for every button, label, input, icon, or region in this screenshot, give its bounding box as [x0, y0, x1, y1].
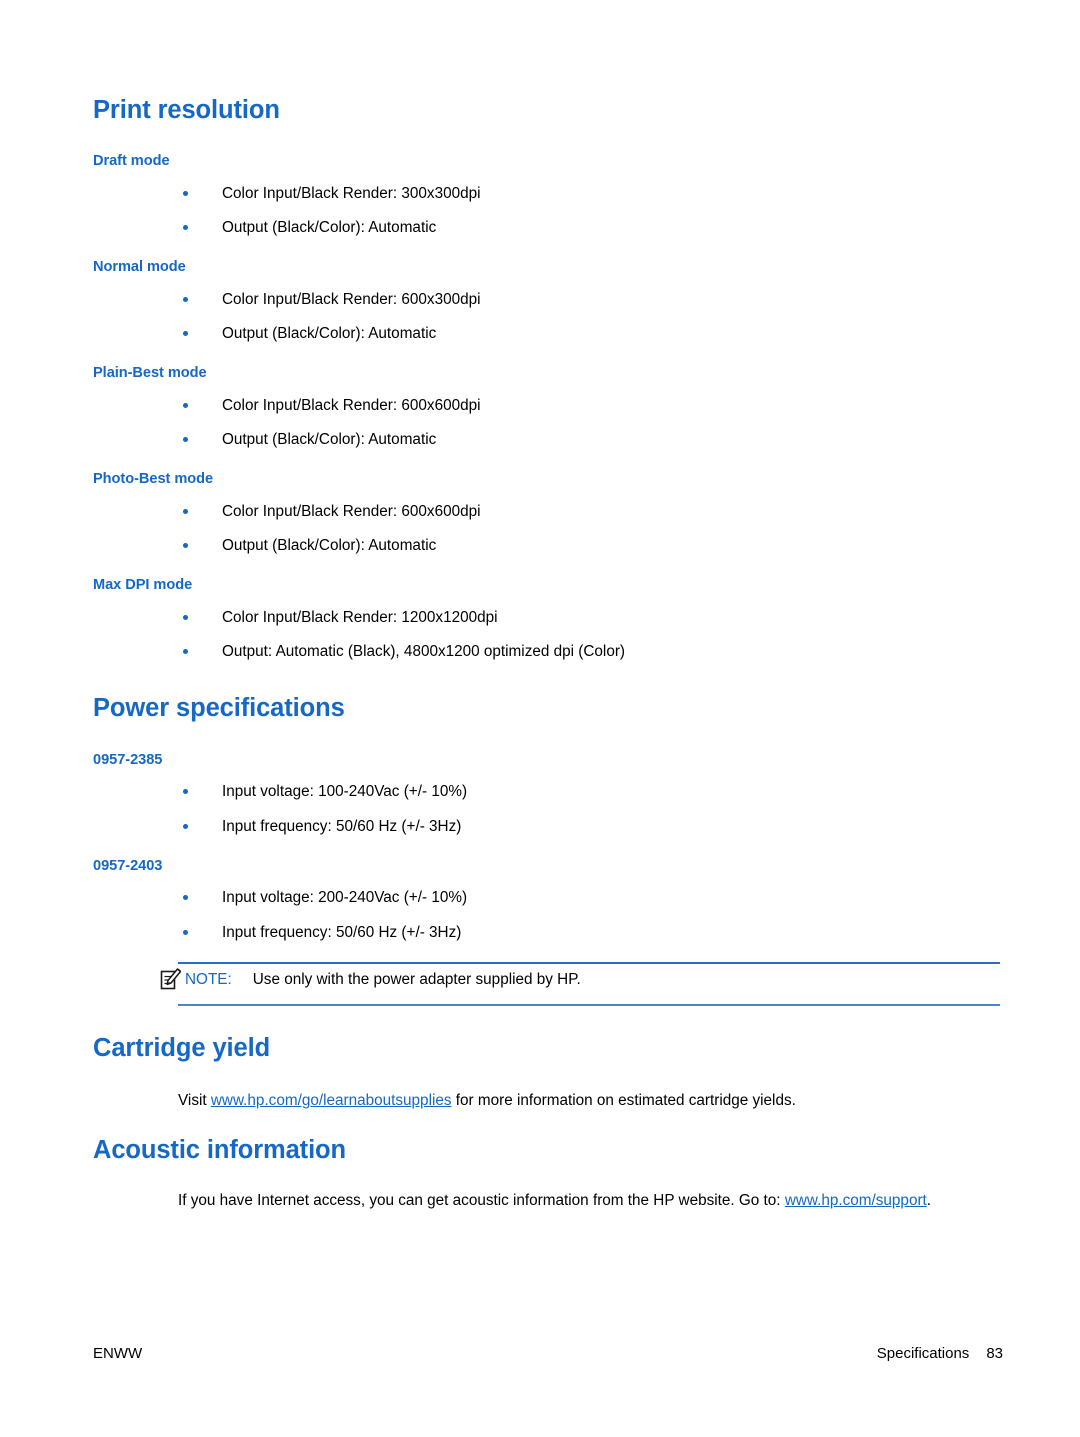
- subsection-heading-photo-best-mode: Photo-Best mode: [93, 471, 214, 488]
- list-item: Color Input/Black Render: 300x300dpi: [93, 184, 1003, 203]
- list-item: Input voltage: 200-240Vac (+/- 10%): [93, 888, 1003, 907]
- list-item-text: Color Input/Black Render: 1200x1200dpi: [222, 609, 498, 627]
- subsection-heading-adapter-0957-2385: 0957-2385: [93, 751, 163, 768]
- list-item-text: Color Input/Black Render: 600x600dpi: [222, 503, 481, 521]
- bullet-list-normal-mode: Color Input/Black Render: 600x300dpi Out…: [93, 290, 1003, 343]
- list-item: Output: Automatic (Black), 4800x1200 opt…: [93, 642, 1003, 661]
- list-item-text: Color Input/Black Render: 300x300dpi: [222, 185, 481, 203]
- note-label: NOTE:: [185, 970, 232, 988]
- bullet-list-adapter-0957-2403: Input voltage: 200-240Vac (+/- 10%) Inpu…: [93, 888, 1003, 941]
- list-item-text: Output: Automatic (Black), 4800x1200 opt…: [222, 643, 626, 661]
- acoustic-text-before: If you have Internet access, you can get…: [178, 1191, 785, 1209]
- section-heading-cartridge-yield: Cartridge yield: [93, 1033, 271, 1062]
- list-item: Color Input/Black Render: 600x600dpi: [93, 396, 1003, 415]
- section-acoustic-information: Acoustic information If you have Interne…: [93, 1136, 1003, 1212]
- footer-right: Specifications 83: [877, 1345, 1003, 1362]
- bullet-dot-icon: [183, 823, 188, 829]
- subsection-heading-max-dpi-mode: Max DPI mode: [93, 577, 193, 594]
- bullet-dot-icon: [183, 615, 188, 621]
- section-heading-power-specifications: Power specifications: [93, 694, 345, 723]
- bullet-dot-icon: [183, 403, 188, 409]
- bullet-dot-icon: [183, 789, 188, 795]
- bullet-list-photo-best-mode: Color Input/Black Render: 600x600dpi Out…: [93, 502, 1003, 555]
- note-line: NOTE: Use only with the power adapter sup…: [185, 970, 581, 988]
- list-item: Color Input/Black Render: 600x600dpi: [93, 502, 1003, 521]
- learnaboutsupplies-link[interactable]: www.hp.com/go/learnaboutsupplies: [211, 1092, 452, 1109]
- hp-support-link[interactable]: www.hp.com/support: [785, 1192, 927, 1209]
- list-item-text: Input frequency: 50/60 Hz (+/- 3Hz): [222, 923, 462, 941]
- list-item-text: Input voltage: 100-240Vac (+/- 10%): [222, 783, 468, 801]
- bullet-dot-icon: [183, 509, 188, 515]
- list-item: Color Input/Black Render: 600x300dpi: [93, 290, 1003, 309]
- cartridge-yield-text-before: Visit: [178, 1091, 211, 1109]
- bullet-dot-icon: [183, 225, 188, 231]
- list-item-text: Input voltage: 200-240Vac (+/- 10%): [222, 889, 468, 907]
- subsection-heading-normal-mode: Normal mode: [93, 259, 186, 276]
- list-item-text: Color Input/Black Render: 600x300dpi: [222, 291, 481, 309]
- list-item: Input frequency: 50/60 Hz (+/- 3Hz): [93, 817, 1003, 836]
- section-print-resolution: Print resolution Draft mode Color Input/…: [93, 96, 1003, 661]
- bullet-list-adapter-0957-2385: Input voltage: 100-240Vac (+/- 10%) Inpu…: [93, 782, 1003, 835]
- bullet-dot-icon: [183, 297, 188, 303]
- footer-page-number: 83: [986, 1345, 1003, 1362]
- list-item-text: Color Input/Black Render: 600x600dpi: [222, 397, 481, 415]
- bullet-list-plain-best-mode: Color Input/Black Render: 600x600dpi Out…: [93, 396, 1003, 449]
- bullet-dot-icon: [183, 437, 188, 443]
- list-item-text: Input frequency: 50/60 Hz (+/- 3Hz): [222, 817, 462, 835]
- page-title: Print resolution: [93, 96, 280, 124]
- note-text: Use only with the power adapter supplied…: [252, 970, 581, 988]
- document-page: Print resolution Draft mode Color Input/…: [0, 0, 1080, 1437]
- section-heading-acoustic-information: Acoustic information: [93, 1135, 347, 1164]
- subsection-heading-adapter-0957-2403: 0957-2403: [93, 857, 163, 874]
- list-item-text: Output (Black/Color): Automatic: [222, 537, 437, 555]
- cartridge-yield-text-after: for more information on estimated cartri…: [451, 1091, 796, 1109]
- section-power-specifications: Power specifications 0957-2385 Input vol…: [93, 694, 1003, 1006]
- bullet-dot-icon: [183, 895, 188, 901]
- list-item-text: Output (Black/Color): Automatic: [222, 219, 437, 237]
- list-item: Output (Black/Color): Automatic: [93, 430, 1003, 449]
- note-callout: NOTE: Use only with the power adapter sup…: [93, 961, 1003, 1006]
- list-item: Output (Black/Color): Automatic: [93, 324, 1003, 343]
- bullet-dot-icon: [183, 191, 188, 197]
- bullet-dot-icon: [183, 331, 188, 337]
- subsection-heading-plain-best-mode: Plain-Best mode: [93, 365, 207, 382]
- bullet-dot-icon: [183, 543, 188, 549]
- footer-chapter-label: Specifications: [876, 1345, 970, 1362]
- note-pencil-icon: [160, 966, 182, 990]
- footer-locale-code: ENWW: [93, 1345, 143, 1362]
- note-box: NOTE: Use only with the power adapter sup…: [160, 961, 1000, 1006]
- section-cartridge-yield: Cartridge yield Visit www.hp.com/go/lear…: [93, 1034, 1003, 1112]
- page-content: Print resolution Draft mode Color Input/…: [93, 96, 1003, 1212]
- list-item: Output (Black/Color): Automatic: [93, 218, 1003, 237]
- list-item: Input voltage: 100-240Vac (+/- 10%): [93, 782, 1003, 801]
- cartridge-yield-paragraph: Visit www.hp.com/go/learnaboutsupplies f…: [93, 1090, 1003, 1112]
- list-item: Input frequency: 50/60 Hz (+/- 3Hz): [93, 923, 1003, 942]
- bullet-dot-icon: [183, 649, 188, 655]
- list-item: Color Input/Black Render: 1200x1200dpi: [93, 608, 1003, 627]
- acoustic-information-paragraph: If you have Internet access, you can get…: [93, 1190, 1003, 1212]
- list-item: Output (Black/Color): Automatic: [93, 536, 1003, 555]
- acoustic-text-after: .: [926, 1191, 932, 1209]
- list-item-text: Output (Black/Color): Automatic: [222, 431, 437, 449]
- list-item-text: Output (Black/Color): Automatic: [222, 325, 437, 343]
- bullet-dot-icon: [183, 929, 188, 935]
- subsection-heading-draft-mode: Draft mode: [93, 153, 170, 170]
- bullet-list-max-dpi-mode: Color Input/Black Render: 1200x1200dpi O…: [93, 608, 1003, 661]
- bullet-list-draft-mode: Color Input/Black Render: 300x300dpi Out…: [93, 184, 1003, 237]
